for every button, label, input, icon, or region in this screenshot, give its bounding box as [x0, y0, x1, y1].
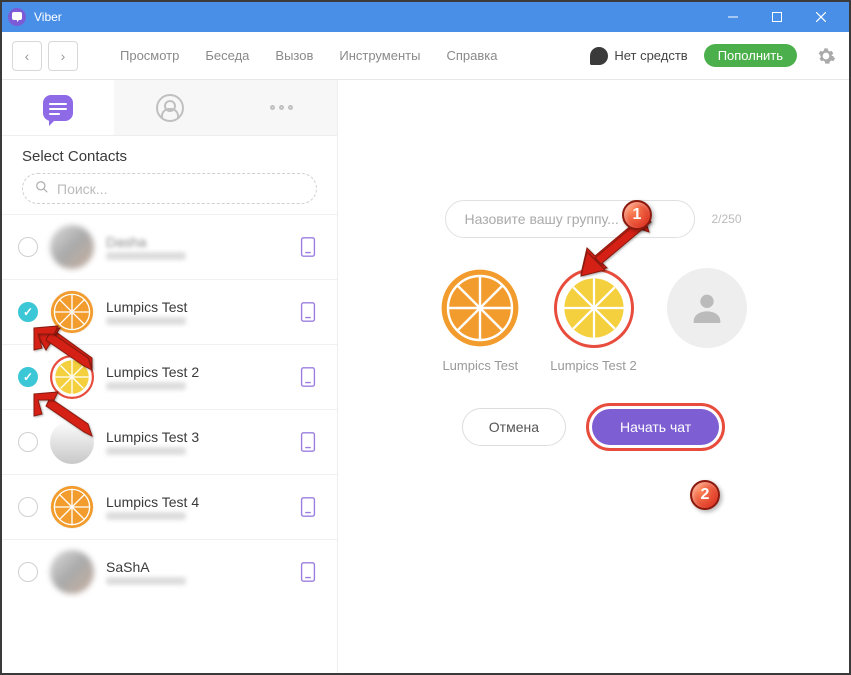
- window-title: Viber: [34, 10, 62, 24]
- participant-name: Lumpics Test: [442, 358, 518, 373]
- participant-name: Lumpics Test 2: [550, 358, 636, 373]
- select-checkbox[interactable]: [18, 367, 38, 387]
- contact-name: Lumpics Test: [106, 299, 283, 315]
- viber-logo-icon: [8, 8, 26, 26]
- contact-row[interactable]: Lumpics Test 2: [2, 344, 337, 409]
- annotation-highlight: Начать чат: [586, 403, 725, 451]
- contact-subtext: [106, 447, 186, 455]
- contact-subtext: [106, 512, 186, 520]
- contact-subtext: [106, 252, 186, 260]
- contact-subtext: [106, 382, 186, 390]
- menu-tools[interactable]: Инструменты: [329, 44, 430, 67]
- balance-icon: [590, 47, 608, 65]
- contact-name: SaShA: [106, 559, 283, 575]
- sidebar: Select Contacts Dasha: [2, 80, 338, 673]
- nav-forward-button[interactable]: ›: [48, 41, 78, 71]
- tab-more[interactable]: [225, 80, 337, 135]
- contact-row[interactable]: Lumpics Test 3: [2, 409, 337, 474]
- search-input[interactable]: [57, 181, 304, 197]
- menu-help[interactable]: Справка: [436, 44, 507, 67]
- select-contacts-heading: Select Contacts: [2, 136, 337, 173]
- tab-chats[interactable]: [2, 80, 114, 135]
- phone-icon[interactable]: [295, 299, 321, 325]
- minimize-button[interactable]: [711, 2, 755, 32]
- main-panel: 2/250 Lumpics Test Lumpics Test 2: [338, 80, 849, 673]
- contact-name: Lumpics Test 2: [106, 364, 283, 380]
- contact-row[interactable]: SaShA: [2, 539, 337, 604]
- select-checkbox[interactable]: [18, 432, 38, 452]
- contact-list: Dasha Lumpics Test: [2, 214, 337, 673]
- contact-name: Dasha: [106, 234, 283, 250]
- tab-contacts[interactable]: [114, 80, 226, 135]
- phone-icon[interactable]: [295, 429, 321, 455]
- contact-icon: [156, 94, 184, 122]
- chat-bubble-icon: [43, 95, 73, 121]
- topup-button[interactable]: Пополнить: [704, 44, 797, 67]
- menu-call[interactable]: Вызов: [265, 44, 323, 67]
- group-name-input[interactable]: [445, 200, 695, 238]
- participant-avatar: [440, 268, 520, 348]
- select-checkbox[interactable]: [18, 302, 38, 322]
- participant-avatar: [554, 268, 634, 348]
- phone-icon[interactable]: [295, 494, 321, 520]
- add-participant-icon: [667, 268, 747, 348]
- participant: Lumpics Test: [440, 268, 520, 373]
- close-button[interactable]: [799, 2, 843, 32]
- avatar: [50, 225, 94, 269]
- add-participant[interactable]: [667, 268, 747, 373]
- contact-subtext: [106, 577, 186, 585]
- contact-name: Lumpics Test 4: [106, 494, 283, 510]
- balance-display: Нет средств: [590, 47, 687, 65]
- phone-icon[interactable]: [295, 364, 321, 390]
- select-checkbox[interactable]: [18, 562, 38, 582]
- avatar: [50, 550, 94, 594]
- search-box[interactable]: [22, 173, 317, 204]
- cancel-button[interactable]: Отмена: [462, 408, 566, 446]
- char-count: 2/250: [711, 212, 741, 226]
- avatar: [50, 355, 94, 399]
- avatar: [50, 290, 94, 334]
- contact-row[interactable]: Lumpics Test: [2, 279, 337, 344]
- phone-icon[interactable]: [295, 559, 321, 585]
- more-icon: [270, 105, 293, 110]
- avatar: [50, 485, 94, 529]
- titlebar: Viber: [2, 2, 849, 32]
- phone-icon[interactable]: [295, 234, 321, 260]
- contact-subtext: [106, 317, 186, 325]
- select-checkbox[interactable]: [18, 497, 38, 517]
- search-icon: [35, 180, 49, 197]
- settings-icon[interactable]: [813, 43, 839, 69]
- contact-row[interactable]: Lumpics Test 4: [2, 474, 337, 539]
- avatar: [50, 420, 94, 464]
- contact-name: Lumpics Test 3: [106, 429, 283, 445]
- nav-back-button[interactable]: ‹: [12, 41, 42, 71]
- menu-view[interactable]: Просмотр: [110, 44, 189, 67]
- toolbar: ‹ › Просмотр Беседа Вызов Инструменты Сп…: [2, 32, 849, 80]
- contact-row[interactable]: Dasha: [2, 214, 337, 279]
- menu-chat[interactable]: Беседа: [195, 44, 259, 67]
- start-chat-button[interactable]: Начать чат: [592, 409, 719, 445]
- balance-text: Нет средств: [614, 48, 687, 63]
- maximize-button[interactable]: [755, 2, 799, 32]
- select-checkbox[interactable]: [18, 237, 38, 257]
- participant: Lumpics Test 2: [550, 268, 636, 373]
